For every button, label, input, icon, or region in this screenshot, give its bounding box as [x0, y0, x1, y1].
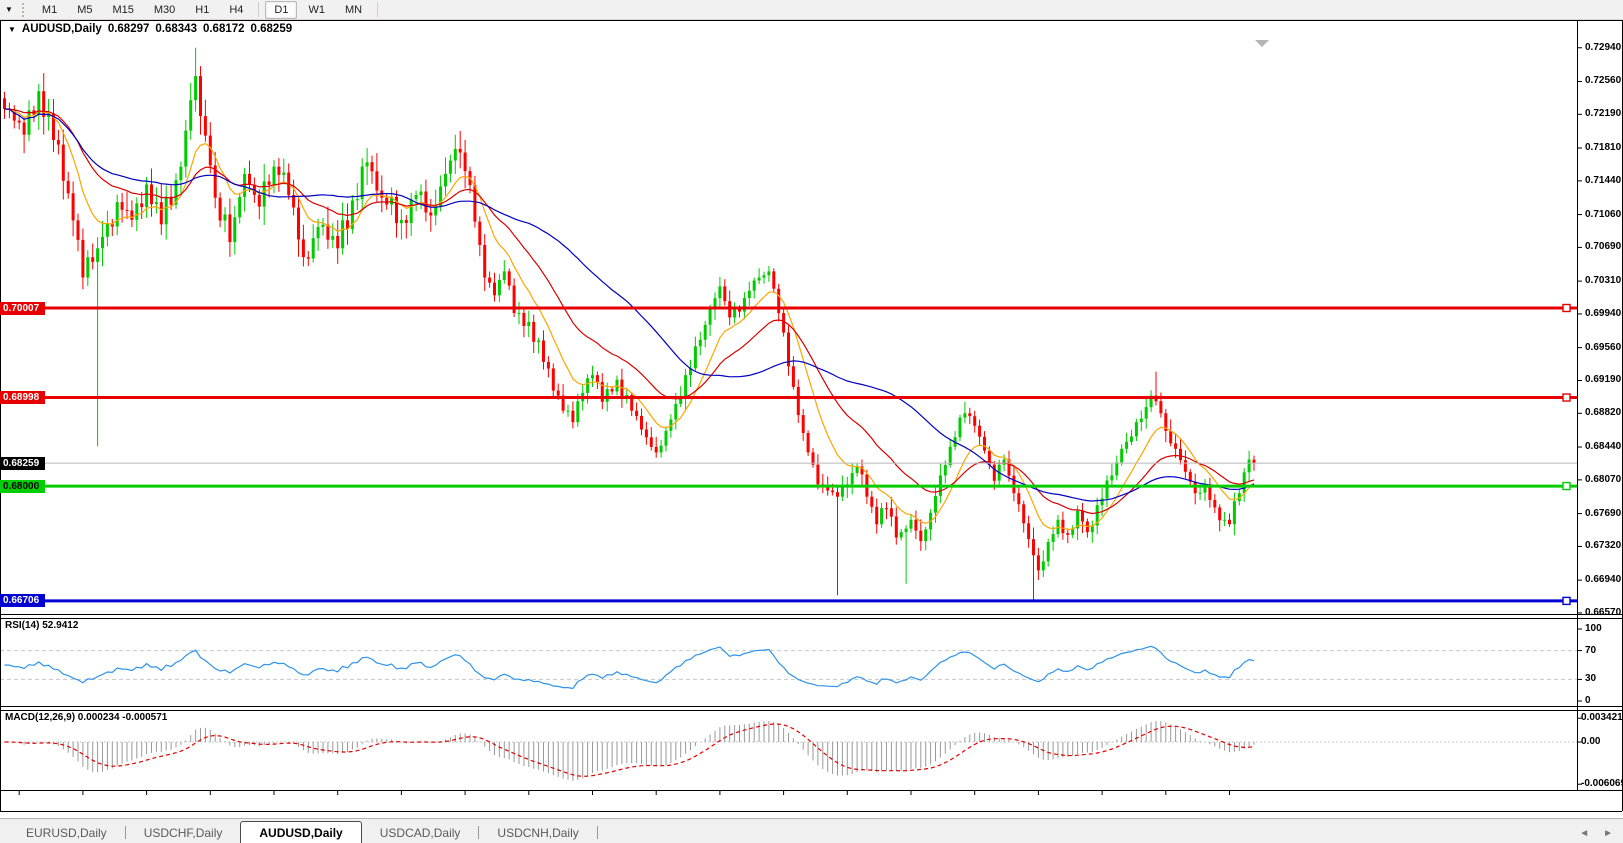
ohlc-open: 0.68297: [108, 23, 150, 35]
toolbar-dropdown-icon[interactable]: ▼: [0, 5, 18, 14]
timeframe-buttons: M1M5M15M30H1H4 D1W1MN: [32, 1, 383, 19]
price-axis-label: 0.71060: [1585, 209, 1621, 220]
macd-axis-label: 0.003421: [1581, 712, 1623, 723]
timeframe-button-W1[interactable]: W1: [299, 1, 334, 19]
chart-tab-bar: EURUSD,DailyUSDCHF,DailyAUDUSD,DailyUSDC…: [0, 818, 1623, 843]
timeframe-toolbar: ▼ M1M5M15M30H1H4 D1W1MN: [0, 0, 1623, 20]
price-axis-label: 0.68440: [1585, 441, 1621, 452]
tab-audusd[interactable]: AUDUSD,Daily: [240, 821, 361, 843]
macd-axis-label: -0.006069: [1581, 778, 1623, 789]
price-axis-label: 0.67690: [1585, 508, 1621, 519]
macd-axis-label: 0.00: [1581, 736, 1600, 747]
timeframe-button-M30[interactable]: M30: [145, 1, 184, 19]
bid-price-badge: 0.68259: [0, 457, 45, 470]
toolbar-separator: [258, 2, 259, 17]
price-axis-label: 0.71810: [1585, 142, 1621, 153]
chart-title-bar: ▼ AUDUSD,Daily 0.68297 0.68343 0.68172 0…: [1, 21, 1576, 37]
mt4-window: ▼ M1M5M15M30H1H4 D1W1MN ▼ AUDUSD,Daily 0.…: [0, 0, 1623, 843]
price-axis-label: 0.66570: [1585, 607, 1621, 618]
timeframe-button-MN[interactable]: MN: [336, 1, 371, 19]
price-badge-0.68998: 0.68998: [0, 391, 45, 404]
toolbar-grip-handle[interactable]: [22, 3, 28, 17]
tab-separator: [597, 826, 598, 839]
price-axis-label: 0.72940: [1585, 42, 1621, 53]
tab-scroll-left-icon[interactable]: ◄: [1579, 828, 1589, 839]
price-axis-label: 0.68820: [1585, 407, 1621, 418]
timeframe-button-M5[interactable]: M5: [68, 1, 101, 19]
price-axis-label: 0.70690: [1585, 241, 1621, 252]
axis-labels-layer: RSI(14) 52.9412 MACD(12,26,9) 0.000234 -…: [0, 0, 1623, 843]
rsi-axis-label: 30: [1585, 673, 1596, 684]
price-badge-0.68000: 0.68000: [0, 480, 45, 493]
timeframe-button-D1[interactable]: D1: [265, 1, 297, 19]
macd-indicator-label: MACD(12,26,9) 0.000234 -0.000571: [5, 712, 167, 723]
rsi-axis-label: 100: [1585, 623, 1602, 634]
price-axis-label: 0.69560: [1585, 342, 1621, 353]
ohlc-low: 0.68172: [203, 23, 245, 35]
price-axis-label: 0.67320: [1585, 540, 1621, 551]
price-axis-label: 0.70310: [1585, 275, 1621, 286]
price-axis-label: 0.69190: [1585, 374, 1621, 385]
ohlc-high: 0.68343: [155, 23, 197, 35]
tab-scroll-arrows: ◄ ►: [1579, 828, 1613, 839]
tab-usdcad[interactable]: USDCAD,Daily: [362, 823, 479, 843]
price-axis-label: 0.72560: [1585, 75, 1621, 86]
chart-dropdown-icon[interactable]: ▼: [1, 25, 22, 34]
price-axis-label: 0.71440: [1585, 175, 1621, 186]
rsi-axis-label: 70: [1585, 645, 1596, 656]
price-badge-0.66706: 0.66706: [0, 594, 45, 607]
timeframe-button-M15[interactable]: M15: [103, 1, 142, 19]
price-axis-label: 0.66940: [1585, 574, 1621, 585]
price-axis-label: 0.68070: [1585, 474, 1621, 485]
tab-eurusd[interactable]: EURUSD,Daily: [8, 823, 125, 843]
toolbar-separator: [377, 2, 378, 17]
price-axis-label: 0.69940: [1585, 308, 1621, 319]
tab-usdchf[interactable]: USDCHF,Daily: [126, 823, 241, 843]
symbol-title: AUDUSD,Daily: [22, 23, 102, 35]
ohlc-close: 0.68259: [251, 23, 293, 35]
price-axis-label: 0.72190: [1585, 108, 1621, 119]
chart-tabs: EURUSD,DailyUSDCHF,DailyAUDUSD,DailyUSDC…: [8, 821, 598, 843]
tab-scroll-right-icon[interactable]: ►: [1603, 828, 1613, 839]
price-badge-0.70007: 0.70007: [0, 302, 45, 315]
timeframe-button-H4[interactable]: H4: [220, 1, 252, 19]
timeframe-button-H1[interactable]: H1: [186, 1, 218, 19]
rsi-axis-label: 0: [1585, 695, 1591, 706]
tab-usdcnh[interactable]: USDCNH,Daily: [479, 823, 596, 843]
timeframe-button-M1[interactable]: M1: [33, 1, 66, 19]
rsi-indicator-label: RSI(14) 52.9412: [5, 620, 78, 631]
